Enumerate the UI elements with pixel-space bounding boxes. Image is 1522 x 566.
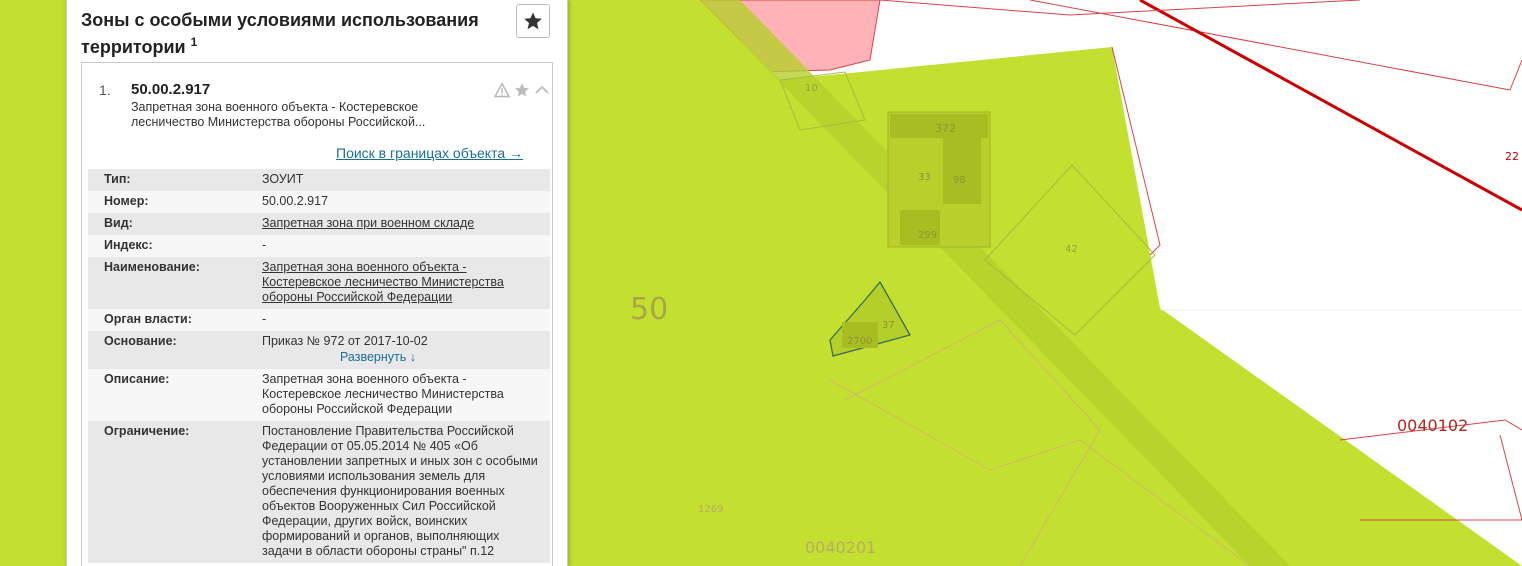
panel-title-footnote: 1: [190, 35, 198, 49]
chevron-up-icon[interactable]: [534, 82, 550, 98]
info-panel: Зоны с особыми условиями использования т…: [66, 0, 568, 566]
property-value-link[interactable]: 50.00.2.917: [262, 191, 550, 213]
property-label: Вид:: [88, 213, 262, 235]
map-label-block: 0040201: [805, 538, 877, 557]
star-icon: [524, 12, 542, 30]
property-label: Ограничение:: [88, 421, 262, 563]
property-value-cell: Приказ № 972 от 2017-10-02 Развернуть ↓: [262, 331, 550, 369]
property-label: Индекс:: [88, 235, 262, 257]
expand-button[interactable]: Развернуть ↓: [262, 350, 542, 365]
building-98: [943, 138, 981, 204]
property-value: -: [262, 235, 550, 257]
table-row: Основание: Приказ № 972 от 2017-10-02 Ра…: [88, 331, 550, 369]
star-icon[interactable]: [514, 82, 530, 98]
panel-title-text: Зоны с особыми условиями использования т…: [81, 10, 479, 57]
property-value-link[interactable]: Запретная зона военного объекта - Костер…: [262, 257, 550, 309]
warning-icon[interactable]: [494, 82, 510, 98]
item-index: 1.: [99, 82, 111, 98]
property-value: ЗОУИТ: [262, 169, 550, 191]
property-value: Запретная зона военного объекта - Костер…: [262, 369, 550, 421]
map-label-parcel: 22: [1505, 150, 1519, 163]
map-label-parcel: 33: [918, 172, 931, 183]
map-label-parcel: 372: [935, 122, 956, 135]
map-label-quarter: 50: [630, 292, 669, 327]
zone-area-left[interactable]: [0, 0, 70, 566]
panel-title: Зоны с особыми условиями использования т…: [81, 9, 501, 58]
property-label: Тип:: [88, 169, 262, 191]
map-label-parcel: 37: [882, 320, 895, 331]
search-in-bounds-link[interactable]: Поиск в границах объекта →: [336, 145, 523, 161]
item-number: 50.00.2.917: [131, 81, 211, 98]
property-label: Основание:: [88, 331, 262, 369]
table-row: Номер: 50.00.2.917: [88, 191, 550, 213]
map-label-parcel: 98: [953, 175, 966, 186]
property-value: Постановление Правительства Российской Ф…: [262, 421, 550, 563]
map-label-parcel: 299: [918, 230, 938, 241]
table-row: Описание: Запретная зона военного объект…: [88, 369, 550, 421]
table-row: Вид: Запретная зона при военном складе: [88, 213, 550, 235]
table-row: Ограничение: Постановление Правительства…: [88, 421, 550, 563]
table-row: Тип: ЗОУИТ: [88, 169, 550, 191]
property-label: Номер:: [88, 191, 262, 213]
property-label: Наименование:: [88, 257, 262, 309]
map-label-block: 0040102: [1397, 416, 1469, 435]
map-label-parcel: 2700: [847, 336, 873, 347]
table-row: Наименование: Запретная зона военного об…: [88, 257, 550, 309]
property-label: Орган власти:: [88, 309, 262, 331]
map-label-parcel: 10: [805, 83, 818, 94]
table-row: Индекс: -: [88, 235, 550, 257]
map-label-parcel: 42: [1065, 244, 1078, 255]
item-actions: [494, 82, 550, 98]
properties-table: Тип: ЗОУИТ Номер: 50.00.2.917 Вид: Запре…: [88, 169, 550, 563]
item-subtitle: Запретная зона военного объекта - Костер…: [131, 100, 426, 129]
property-value: Приказ № 972 от 2017-10-02: [262, 334, 428, 348]
property-value-link[interactable]: Запретная зона при военном складе: [262, 213, 550, 235]
property-value: -: [262, 309, 550, 331]
results-list[interactable]: 1. 50.00.2.917 Запретная зона военного о…: [81, 62, 553, 566]
map-label-parcel: 1269: [698, 504, 724, 515]
favorite-button[interactable]: [516, 4, 550, 38]
table-row: Орган власти: -: [88, 309, 550, 331]
property-label: Описание:: [88, 369, 262, 421]
